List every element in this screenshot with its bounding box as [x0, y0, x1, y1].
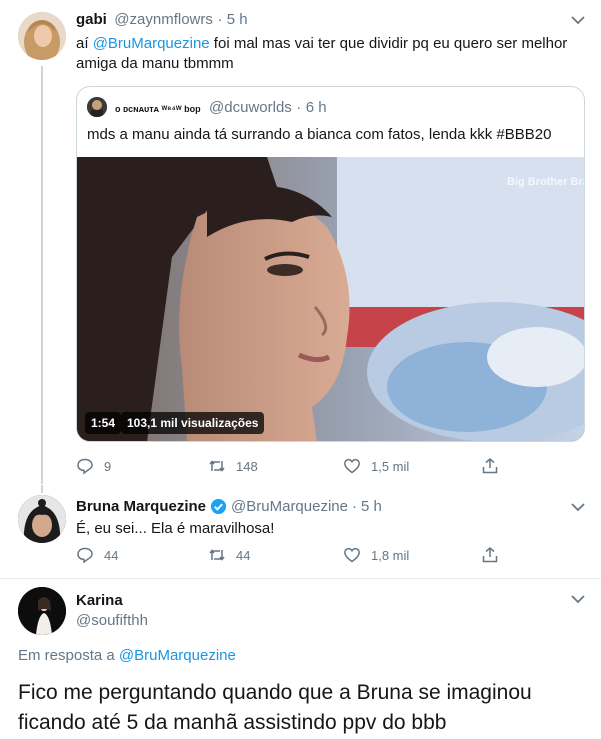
retweet-icon	[209, 549, 225, 561]
reply-prefix: Em resposta a	[18, 647, 119, 664]
retweet-count: 148	[236, 458, 258, 474]
video-thumbnail: Big Brother Brasil	[77, 157, 584, 441]
text-line1: Fico me perguntando quando que a Bruna s…	[18, 681, 532, 704]
quote-author-name[interactable]: o ᴅᴄɴᴀᴜᴛᴀ ᵂ⁸⁴ᵂ bop	[115, 104, 201, 114]
reply-count: 9	[104, 458, 112, 474]
tweet-gabi[interactable]: gabi @zaynmflowrs · 5 h aí @BruMarquezin…	[0, 0, 601, 485]
mention-link[interactable]: @BruMarquezine	[93, 35, 210, 52]
reply-button[interactable]: 44	[76, 546, 208, 564]
action-bar: 9 148 1,5 mil	[76, 457, 509, 475]
chevron-down-icon[interactable]	[569, 590, 587, 608]
duration-badge: 1:54	[85, 412, 122, 434]
video-player[interactable]: Big Brother Brasil 1:54 103,1 mil visual…	[77, 157, 584, 441]
thread-line-top	[41, 485, 43, 493]
retweet-button[interactable]: 148	[208, 457, 343, 475]
retweet-icon	[209, 460, 225, 472]
text-rest: foi mal mas vai ter que dividir pq eu qu…	[209, 35, 568, 52]
reply-icon	[77, 458, 93, 475]
quote-timestamp: 6 h	[305, 99, 327, 116]
like-count: 1,5 mil	[371, 458, 410, 474]
timestamp[interactable]: 5 h	[361, 498, 382, 515]
reply-count: 44	[104, 547, 119, 563]
reply-icon	[77, 547, 93, 564]
quote-header: o ᴅᴄɴᴀᴜᴛᴀ ᵂ⁸⁴ᵂ bop @dcuworlds · 6 h	[115, 99, 327, 117]
share-button[interactable]	[481, 457, 509, 475]
tweet-bruna[interactable]: Bruna Marquezine @BruMarquezine · 5 h É,…	[0, 485, 601, 571]
tweet-text: Fico me perguntando quando que a Bruna s…	[18, 678, 532, 738]
chevron-down-icon[interactable]	[569, 11, 587, 29]
author-name[interactable]: Karina	[76, 592, 123, 609]
tweet-karina[interactable]: Karina @soufifthh Em resposta a @BruMarq…	[0, 579, 601, 739]
like-button[interactable]: 1,5 mil	[343, 457, 481, 475]
reply-button[interactable]: 9	[76, 457, 208, 475]
quote-text: mds a manu ainda tá surrando a bianca co…	[87, 126, 552, 143]
quote-avatar[interactable]	[87, 97, 107, 117]
share-icon	[482, 547, 498, 563]
text-line2: ficando até 5 da manhã assistindo ppv do…	[18, 711, 447, 734]
author-name[interactable]: Bruna Marquezine	[76, 498, 206, 515]
chevron-down-icon[interactable]	[569, 498, 587, 516]
timestamp[interactable]: 5 h	[227, 11, 248, 28]
quoted-tweet[interactable]: o ᴅᴄɴᴀᴜᴛᴀ ᵂ⁸⁴ᵂ bop @dcuworlds · 6 h mds …	[76, 86, 585, 442]
heart-icon	[344, 458, 360, 474]
quote-separator: ·	[296, 99, 302, 116]
like-count: 1,8 mil	[371, 547, 410, 563]
separator: ·	[217, 11, 223, 28]
action-bar: 44 44 1,8 mil	[76, 546, 509, 564]
retweet-button[interactable]: 44	[208, 546, 343, 564]
tweet-header: Bruna Marquezine @BruMarquezine · 5 h	[76, 498, 382, 515]
text-prefix: aí	[76, 35, 93, 52]
tweet-text: aí @BruMarquezine foi mal mas vai ter qu…	[76, 34, 586, 74]
author-handle[interactable]: @BruMarquezine	[231, 498, 348, 515]
share-icon	[482, 458, 498, 474]
reply-mention-link[interactable]: @BruMarquezine	[119, 647, 236, 664]
author-name[interactable]: gabi	[76, 11, 107, 28]
tweet-header: gabi @zaynmflowrs · 5 h	[76, 11, 248, 29]
share-button[interactable]	[481, 546, 509, 564]
quote-author-handle[interactable]: @dcuworlds	[209, 99, 292, 116]
author-handle[interactable]: @soufifthh	[76, 612, 148, 629]
verified-badge-icon	[210, 498, 227, 515]
reply-context: Em resposta a @BruMarquezine	[18, 647, 236, 664]
retweet-count: 44	[236, 547, 251, 563]
avatar[interactable]	[18, 495, 66, 543]
avatar[interactable]	[18, 587, 66, 635]
author-handle[interactable]: @zaynmflowrs	[114, 11, 213, 28]
views-badge: 103,1 mil visualizações	[121, 412, 265, 434]
video-watermark: Big Brother Brasil	[507, 176, 584, 188]
heart-icon	[344, 547, 360, 563]
like-button[interactable]: 1,8 mil	[343, 546, 481, 564]
thread-line	[41, 66, 43, 484]
text-line2: amiga da manu tbmmm	[76, 55, 234, 72]
tweet-text: É, eu sei... Ela é maravilhosa!	[76, 520, 275, 537]
avatar[interactable]	[18, 12, 66, 60]
separator: ·	[351, 498, 357, 515]
